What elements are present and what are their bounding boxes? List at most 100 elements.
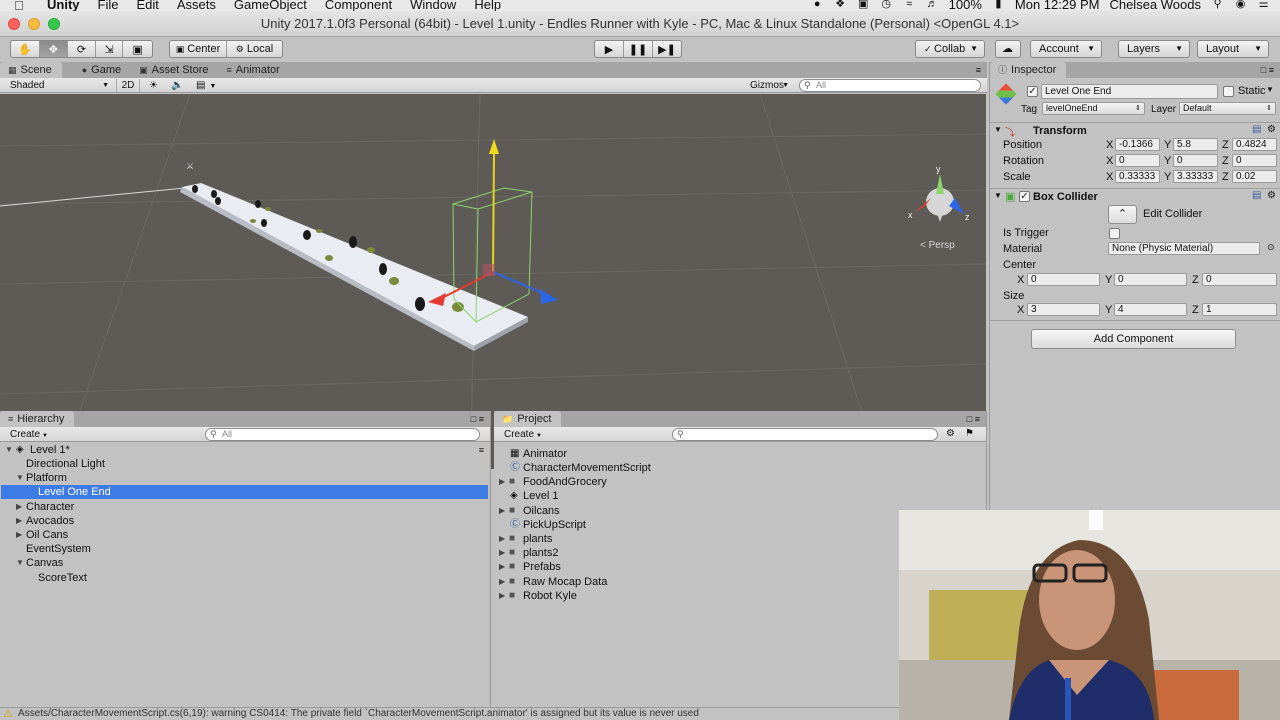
position-z-field[interactable]: 0.4824 [1232, 138, 1277, 151]
project-search-input[interactable]: ⚲ [672, 428, 938, 441]
shading-mode-dropdown[interactable]: Shaded ▼ [6, 79, 112, 92]
minimize-window-button[interactable] [28, 18, 40, 30]
box-collider-enabled-checkbox[interactable]: ✓ [1019, 191, 1030, 202]
time-machine-icon[interactable]: ◷ [880, 0, 893, 10]
scale-x-field[interactable]: 0.33333 [1115, 170, 1160, 183]
size-z-field[interactable]: 1 [1202, 303, 1277, 316]
gear-icon[interactable]: ⚙ [1267, 190, 1276, 201]
filter-label-icon[interactable]: ⚑ [965, 428, 974, 439]
size-x-field[interactable]: 3 [1027, 303, 1100, 316]
help-book-icon[interactable]: ▤ [1252, 124, 1261, 135]
battery-icon[interactable]: ▮ [992, 0, 1005, 10]
box-collider-header[interactable]: ▼ ▣ ✓ Box Collider ▤ ⚙ [990, 188, 1280, 204]
gear-icon[interactable]: ⚙ [1267, 124, 1276, 135]
tab-project[interactable]: 📁 Project [494, 411, 562, 427]
hierarchy-item-avocados[interactable]: ▶ Avocados [0, 514, 490, 528]
wifi-icon[interactable]: ≈ [903, 0, 916, 10]
apple-icon[interactable]:  [0, 0, 38, 11]
tab-hierarchy[interactable]: ≡ Hierarchy [0, 411, 75, 427]
2d-toggle[interactable]: 2D [116, 79, 140, 92]
project-item-animator[interactable]: ▦ Animator [494, 447, 986, 461]
menu-edit[interactable]: Edit [127, 0, 167, 11]
audio-toggle[interactable]: 🔈 [167, 79, 187, 92]
hierarchy-item-scoretext[interactable]: ScoreText [0, 571, 490, 585]
effects-dropdown[interactable]: ▤ ▼ [192, 79, 222, 92]
hierarchy-item-canvas[interactable]: ▼ Canvas [0, 556, 490, 570]
lock-icon[interactable]: □ ≡ [471, 411, 484, 427]
lock-icon[interactable]: □ ≡ [1261, 62, 1274, 78]
pause-button[interactable]: ❚❚ [624, 41, 653, 57]
clock[interactable]: Mon 12:29 PM [1015, 0, 1100, 11]
layers-dropdown[interactable]: Layers ▼ [1118, 40, 1190, 58]
user-name[interactable]: Chelsea Woods [1109, 0, 1201, 11]
tab-inspector[interactable]: ⓘ Inspector [990, 62, 1067, 78]
gizmos-dropdown[interactable]: Gizmos ▼ [746, 79, 792, 92]
lock-icon[interactable]: □ ≡ [967, 411, 980, 427]
tag-dropdown[interactable]: levelOneEnd ⇕ [1042, 102, 1145, 115]
hierarchy-item-character[interactable]: ▶ Character [0, 500, 490, 514]
rotation-y-field[interactable]: 0 [1173, 154, 1218, 167]
is-trigger-checkbox[interactable] [1109, 228, 1120, 239]
spotlight-icon[interactable]: ⚲ [1211, 0, 1224, 10]
active-checkbox[interactable]: ✓ [1027, 86, 1038, 97]
move-tool-button[interactable]: ✥ [39, 41, 69, 57]
menu-assets[interactable]: Assets [168, 0, 225, 11]
project-item-level-1[interactable]: ◈ Level 1 [494, 489, 986, 503]
tab-game[interactable]: ● Game [74, 62, 131, 78]
play-button[interactable]: ▶ [595, 41, 624, 57]
close-window-button[interactable] [8, 18, 20, 30]
static-dropdown-caret[interactable]: ▼ [1266, 85, 1274, 94]
add-component-button[interactable]: Add Component [1031, 329, 1236, 349]
battery-percent[interactable]: 100% [949, 0, 982, 11]
hierarchy-search-input[interactable]: ⚲ All [205, 428, 480, 441]
project-item-charactermovementscript[interactable]: Ⓒ CharacterMovementScript [494, 461, 986, 475]
scale-tool-button[interactable]: ⇲ [96, 41, 124, 57]
scene-root-row[interactable]: ▼ ◈ Level 1* ≡ [0, 443, 490, 457]
account-dropdown[interactable]: Account ▼ [1030, 40, 1102, 58]
center-z-field[interactable]: 0 [1202, 273, 1277, 286]
tab-animator[interactable]: ≡ Animator [219, 62, 290, 78]
position-x-field[interactable]: -0.1366 [1115, 138, 1160, 151]
hierarchy-item-level-one-end[interactable]: Level One End [1, 485, 488, 499]
cloud-button[interactable]: ☁ [995, 40, 1021, 58]
dropbox-icon[interactable]: ❖ [834, 0, 847, 10]
center-y-field[interactable]: 0 [1114, 273, 1187, 286]
hierarchy-item-platform[interactable]: ▼ Platform [0, 471, 490, 485]
tab-asset-store[interactable]: ▣ Asset Store [131, 62, 218, 78]
collab-dropdown[interactable]: ✓ Collab ▼ [915, 40, 985, 58]
zoom-window-button[interactable] [48, 18, 60, 30]
project-item-foodandgrocery[interactable]: ▶ ■ FoodAndGrocery [494, 475, 986, 489]
filter-type-icon[interactable]: ⚙ [946, 428, 955, 439]
menu-component[interactable]: Component [316, 0, 401, 11]
persp-label[interactable]: < Persp [920, 240, 955, 251]
object-name-field[interactable]: Level One End [1041, 84, 1218, 99]
notification-center-icon[interactable]: ☰ [1257, 0, 1270, 10]
menu-window[interactable]: Window [401, 0, 465, 11]
scale-z-field[interactable]: 0.02 [1232, 170, 1277, 183]
volume-icon[interactable]: ♬ [926, 0, 939, 10]
hierarchy-item-eventsystem[interactable]: EventSystem [0, 542, 490, 556]
object-picker-icon[interactable]: ⊙ [1267, 242, 1275, 253]
help-book-icon[interactable]: ▤ [1252, 190, 1261, 201]
lighting-toggle[interactable]: ☀ [145, 79, 163, 92]
project-create-dropdown[interactable]: Create ▼ [500, 428, 542, 441]
rotation-x-field[interactable]: 0 [1115, 154, 1160, 167]
transform-header[interactable]: ▼ ⤵ Transform ▤ ⚙ [990, 122, 1280, 139]
panel-menu-icon[interactable]: ≡ [976, 62, 981, 78]
hierarchy-item-directional-light[interactable]: Directional Light [0, 457, 490, 471]
scale-y-field[interactable]: 3.33333 [1173, 170, 1218, 183]
center-x-field[interactable]: 0 [1027, 273, 1100, 286]
step-button[interactable]: ▶❚ [653, 41, 681, 57]
static-checkbox[interactable] [1223, 86, 1234, 97]
tab-scene[interactable]: ▦ Scene [0, 62, 62, 78]
display-icon[interactable]: ▣ [857, 0, 870, 10]
menu-app-unity[interactable]: Unity [38, 0, 89, 11]
rotate-tool-button[interactable]: ⟳ [68, 41, 96, 57]
menu-file[interactable]: File [89, 0, 128, 11]
pivot-local-button[interactable]: ⚙ Local [227, 41, 282, 57]
siri-icon[interactable]: ◉ [1234, 0, 1247, 10]
hand-tool-button[interactable]: ✋ [11, 41, 40, 57]
hierarchy-item-oil-cans[interactable]: ▶ Oil Cans [0, 528, 490, 542]
size-y-field[interactable]: 4 [1114, 303, 1187, 316]
scene-menu-icon[interactable]: ≡ [479, 443, 484, 457]
